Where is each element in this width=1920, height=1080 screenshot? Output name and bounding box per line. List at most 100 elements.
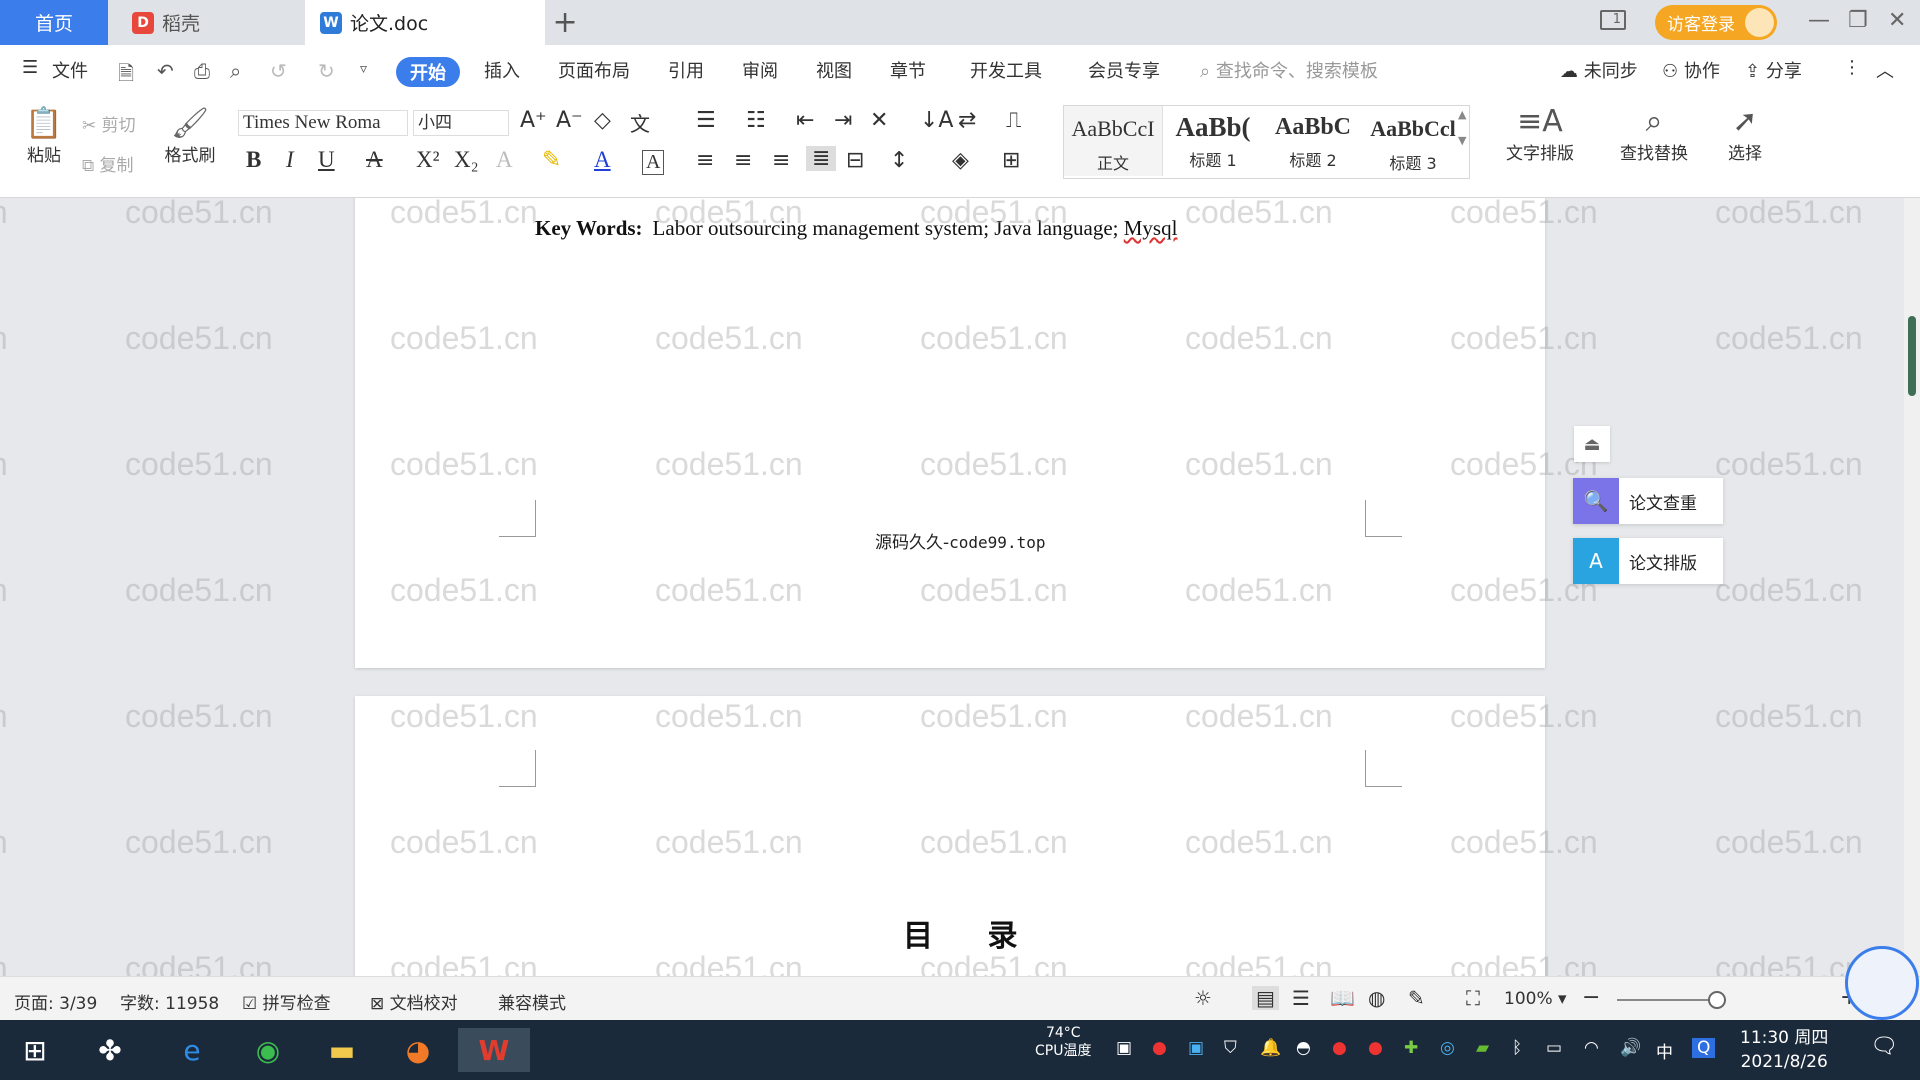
increase-indent-icon[interactable]: ⇥	[834, 108, 852, 133]
select-button[interactable]: ➚ 选择	[1710, 104, 1780, 164]
copy-button[interactable]: ⧉ 复制	[82, 151, 134, 176]
search-command[interactable]: ⌕ 查找命令、搜索模板	[1200, 57, 1378, 83]
close-icon[interactable]: ✕	[1888, 8, 1906, 33]
menu-references[interactable]: 引用	[668, 57, 704, 83]
document-page[interactable]: 目 录	[355, 696, 1545, 976]
menu-start[interactable]: 开始	[396, 57, 460, 87]
numbered-list-icon[interactable]: ☷	[746, 108, 766, 133]
volume-icon[interactable]: 🔊	[1620, 1038, 1641, 1058]
minimize-icon[interactable]: —	[1808, 8, 1830, 33]
align-right-icon[interactable]: ≡	[772, 148, 790, 173]
zoom-level[interactable]: 100% ▾	[1504, 989, 1567, 1009]
page-view-icon[interactable]: 1	[1600, 10, 1626, 30]
outline-view-icon[interactable]: ☰	[1292, 986, 1310, 1010]
wps-writer-icon[interactable]: W	[458, 1028, 530, 1072]
vertical-scrollbar[interactable]	[1904, 198, 1920, 976]
style-normal[interactable]: AaBbCcI 正文	[1064, 106, 1163, 176]
bluetooth-icon[interactable]: ᛒ	[1512, 1038, 1522, 1058]
doc-proof-button[interactable]: ⊠ 文档校对	[370, 989, 458, 1014]
share-button[interactable]: ⇪ 分享	[1745, 57, 1802, 83]
battery-icon[interactable]: ▭	[1546, 1038, 1562, 1058]
superscript-icon[interactable]: X²	[416, 147, 440, 173]
notification-bell-icon[interactable]: 🔔	[1260, 1038, 1281, 1058]
pinwheel-app-icon[interactable]: ✤	[80, 1028, 140, 1072]
file-explorer-icon[interactable]: ▬	[312, 1028, 372, 1072]
keywords-paragraph[interactable]: Key Words: Labor outsourcing management s…	[535, 216, 1177, 241]
align-center-icon[interactable]: ≡	[734, 148, 752, 173]
undo-history-icon[interactable]: ↶	[157, 59, 174, 83]
tray-app-icon[interactable]: ▣	[1116, 1038, 1132, 1058]
thesis-check-button[interactable]: 🔍 论文查重	[1573, 478, 1723, 524]
quick-access-dropdown-icon[interactable]: ▿	[360, 61, 367, 77]
collapse-panel-icon[interactable]: ⏏	[1574, 426, 1610, 462]
print-icon[interactable]: ⎙	[194, 59, 210, 83]
font-size-select[interactable]: 小四	[413, 110, 509, 136]
font-name-select[interactable]: Times New Roma	[238, 110, 408, 136]
redo-icon[interactable]: ↻	[318, 59, 335, 83]
tab-stops-icon[interactable]: ⎍	[1006, 108, 1021, 133]
document-page[interactable]: Key Words: Labor outsourcing management s…	[355, 198, 1545, 668]
bold-icon[interactable]: B	[246, 147, 261, 173]
menu-member[interactable]: 会员专享	[1088, 57, 1160, 83]
assistant-avatar[interactable]	[1845, 946, 1919, 1020]
zoom-slider-knob[interactable]	[1708, 991, 1726, 1009]
system-clock[interactable]: 11:30 周四 2021/8/26	[1740, 1026, 1828, 1074]
shrink-font-icon[interactable]: A⁻	[556, 108, 583, 133]
media-app-icon[interactable]: ◕	[388, 1028, 448, 1072]
cut-button[interactable]: ✂ 剪切	[82, 111, 136, 136]
subscript-icon[interactable]: X₂	[454, 147, 479, 173]
visitor-login-button[interactable]: 访客登录	[1655, 5, 1777, 40]
fit-page-icon[interactable]: ⛶	[1466, 986, 1480, 1010]
find-replace-button[interactable]: ⌕ 查找替换	[1604, 104, 1704, 164]
sort-icon[interactable]: ↓A	[920, 108, 953, 133]
tray-app-icon[interactable]: ●	[1368, 1038, 1383, 1058]
style-scroll-down-icon[interactable]: ▼	[1458, 134, 1466, 147]
save-icon[interactable]: 🗎	[118, 59, 134, 93]
phonetic-guide-icon[interactable]: 文	[630, 108, 650, 137]
menu-file[interactable]: 文件	[52, 57, 88, 83]
page-view-mode-icon[interactable]: ▤	[1252, 986, 1279, 1010]
underline-icon[interactable]: U	[318, 147, 335, 173]
text-layout-button[interactable]: ≡A 文字排版	[1490, 104, 1590, 164]
text-effect-icon[interactable]: A	[496, 147, 513, 173]
search-app-icon[interactable]: Q	[1692, 1038, 1716, 1058]
browser-360-icon[interactable]: ◉	[238, 1028, 298, 1072]
char-border-icon[interactable]: A	[642, 150, 665, 175]
read-mode-icon[interactable]: 📖	[1330, 986, 1355, 1010]
shading-icon[interactable]: ◈	[952, 148, 969, 173]
word-count[interactable]: 字数: 11958	[120, 989, 219, 1014]
wifi-icon[interactable]: ◠	[1584, 1038, 1599, 1058]
menu-developer[interactable]: 开发工具	[970, 57, 1042, 83]
document-area[interactable]: Key Words: Labor outsourcing management s…	[0, 198, 1904, 976]
menu-review[interactable]: 审阅	[742, 57, 778, 83]
clear-format-icon[interactable]: ◇	[594, 108, 611, 133]
eye-protection-icon[interactable]: ☼	[1194, 986, 1212, 1010]
show-hide-icon[interactable]: ⇄	[958, 108, 976, 133]
nvidia-icon[interactable]: ▰	[1476, 1038, 1489, 1058]
ime-indicator[interactable]: 中	[1656, 1038, 1673, 1063]
font-color-icon[interactable]: A	[594, 147, 611, 173]
spell-check-button[interactable]: ☑ 拼写检查	[242, 989, 331, 1014]
decrease-indent-icon[interactable]: ⇤	[796, 108, 814, 133]
zoom-slider[interactable]	[1617, 999, 1722, 1001]
print-preview-icon[interactable]: ⌕	[230, 59, 241, 83]
tray-app-icon[interactable]: ✚	[1404, 1038, 1418, 1058]
style-heading-2[interactable]: AaBbC 标题 2	[1264, 106, 1362, 176]
tab-document[interactable]: W 论文.doc	[305, 0, 545, 45]
borders-icon[interactable]: ⊞	[1002, 148, 1020, 173]
tray-app-icon[interactable]: ▣	[1188, 1038, 1204, 1058]
page-footer[interactable]: 源码久久-code99.top	[875, 528, 1045, 553]
restore-icon[interactable]: ❐	[1848, 8, 1868, 33]
menu-view[interactable]: 视图	[816, 57, 852, 83]
style-scroll-up-icon[interactable]: ▲	[1458, 108, 1466, 121]
thesis-layout-button[interactable]: A 论文排版	[1573, 538, 1723, 584]
distribute-icon[interactable]: ⊟	[846, 148, 864, 173]
menu-insert[interactable]: 插入	[484, 57, 520, 83]
ie-browser-icon[interactable]: e	[162, 1028, 222, 1072]
windows-start-icon[interactable]: ⊞	[5, 1028, 65, 1072]
collapse-ribbon-icon[interactable]: ︿	[1876, 57, 1894, 83]
qq-icon[interactable]: ◓	[1296, 1038, 1311, 1058]
tray-app-icon[interactable]: ●	[1152, 1038, 1167, 1058]
line-spacing-icon[interactable]: ↕	[890, 148, 908, 173]
web-view-icon[interactable]: ◍	[1368, 986, 1385, 1010]
